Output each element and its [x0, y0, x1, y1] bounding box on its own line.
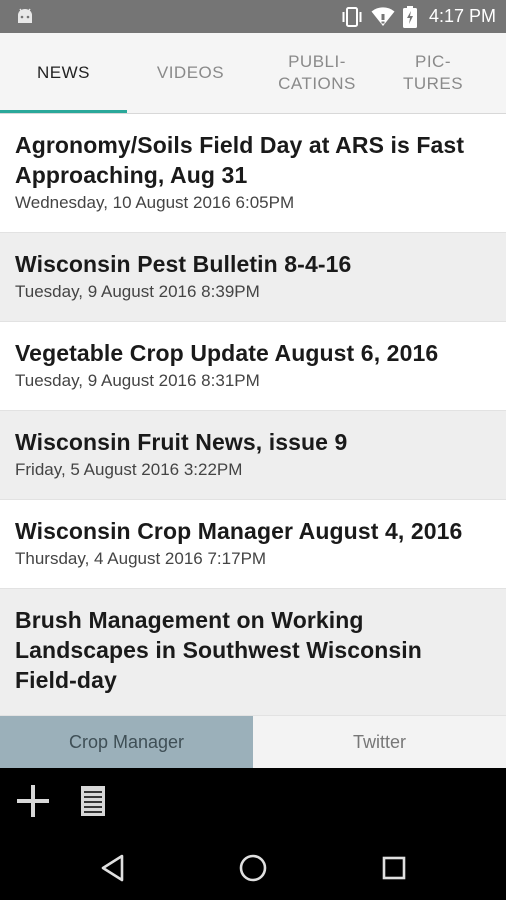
tab-pictures-label: PIC- TURES [402, 52, 464, 93]
list-item[interactable]: Wisconsin Fruit News, issue 9 Friday, 5 … [0, 411, 506, 500]
news-title: Wisconsin Fruit News, issue 9 [15, 429, 348, 455]
tab-crop-manager[interactable]: Crop Manager [0, 716, 253, 768]
bottom-tabs: Crop Manager Twitter [0, 716, 506, 768]
tab-news-label: NEWS [37, 63, 90, 82]
android-icon [18, 8, 32, 23]
status-time: 4:17 PM [428, 6, 496, 26]
tab-pictures[interactable]: PIC- TURES [380, 33, 486, 113]
news-title: Vegetable Crop Update August 6, 2016 [15, 340, 439, 366]
tab-twitter[interactable]: Twitter [253, 716, 506, 768]
tab-news[interactable]: NEWS [0, 33, 127, 113]
tab-indicator [0, 110, 127, 113]
add-icon[interactable] [14, 782, 52, 820]
tab-publications[interactable]: PUBLI- CATIONS [254, 33, 380, 113]
top-tabs: NEWS VIDEOS PUBLI- CATIONS PIC- TURES [0, 33, 506, 114]
list-item[interactable]: Agronomy/Soils Field Day at ARS is Fast … [0, 114, 506, 233]
news-title: Agronomy/Soils Field Day at ARS is Fast … [15, 132, 465, 188]
tab-videos[interactable]: VIDEOS [127, 33, 254, 113]
news-title: Wisconsin Pest Bulletin 8-4-16 [15, 251, 352, 277]
list-item[interactable]: Wisconsin Pest Bulletin 8-4-16 Tuesday, … [0, 233, 506, 322]
news-list[interactable]: Agronomy/Soils Field Day at ARS is Fast … [0, 114, 506, 716]
list-item[interactable]: Vegetable Crop Update August 6, 2016 Tue… [0, 322, 506, 411]
recents-icon[interactable] [378, 852, 410, 884]
news-date: Tuesday, 9 August 2016 8:31PM [15, 371, 260, 390]
list-item[interactable]: Brush Management on Working Landscapes i… [0, 589, 506, 716]
battery-icon [402, 5, 417, 28]
news-date: Friday, 5 August 2016 3:22PM [15, 460, 243, 479]
tab-publications-label: PUBLI- CATIONS [278, 52, 356, 93]
back-icon[interactable] [97, 852, 129, 884]
tab-twitter-label: Twitter [352, 731, 406, 752]
tab-crop-manager-label: Crop Manager [68, 731, 185, 752]
wifi-icon [371, 6, 395, 26]
news-title: Brush Management on Working Landscapes i… [15, 607, 422, 693]
news-title: Wisconsin Crop Manager August 4, 2016 [15, 518, 463, 544]
news-date: Wednesday, 10 August 2016 6:05PM [15, 193, 295, 212]
tab-videos-label: VIDEOS [156, 63, 225, 82]
action-bar [0, 768, 506, 834]
app-screen: 4:17 PM NEWS VIDEOS PUBLI- CATIONS PIC- … [0, 0, 506, 900]
status-bar: 4:17 PM [0, 0, 506, 33]
home-icon[interactable] [237, 852, 269, 884]
news-date: Thursday, 4 August 2016 7:17PM [15, 549, 267, 568]
list-icon[interactable] [74, 782, 112, 820]
vibrate-icon [342, 6, 362, 27]
news-date: Tuesday, 9 August 2016 8:39PM [15, 282, 260, 301]
navigation-bar [0, 834, 506, 900]
list-item[interactable]: Wisconsin Crop Manager August 4, 2016 Th… [0, 500, 506, 589]
